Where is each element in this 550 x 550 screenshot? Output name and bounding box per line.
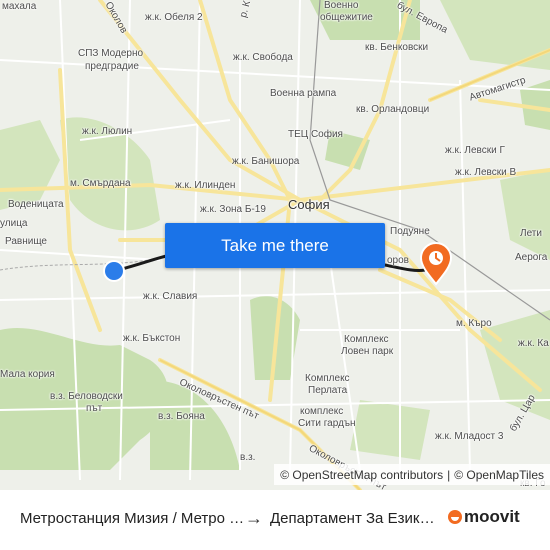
map-label: оров <box>387 255 409 266</box>
map-label: Сити гардън <box>298 418 356 429</box>
map-label: Военно <box>324 0 359 11</box>
map-view[interactable]: махала ж.к. Обеля 2 Военно общежитие СПЗ… <box>0 0 550 490</box>
map-label: ж.к. Банишора <box>232 156 300 167</box>
map-label: м. Кърo <box>456 318 492 329</box>
openmaptiles-attribution-link[interactable]: © OpenMapTiles <box>454 468 544 482</box>
map-label: Мала кория <box>0 369 55 380</box>
map-label: ж.к. Свобода <box>233 52 293 63</box>
map-label: ж.к. Люлин <box>82 126 133 137</box>
moovit-logo-text: moovit <box>464 507 520 526</box>
map-label: Перлата <box>308 385 348 396</box>
map-label: ж.к. Левски В <box>455 167 517 178</box>
map-label: в.з. Бояна <box>158 411 205 422</box>
moovit-logo: moovit <box>448 507 520 527</box>
map-label-city: София <box>288 197 330 212</box>
map-label: Ловен парк <box>341 346 394 357</box>
map-label: предградие <box>85 61 139 72</box>
map-label: Военна рампа <box>270 88 337 99</box>
map-label: Комплекс <box>305 373 350 384</box>
origin-name: Метростанция Мизия / Метро Station Mizia <box>20 510 245 527</box>
map-label: СПЗ Модерно <box>78 48 144 59</box>
map-label: ж.к. Обеля 2 <box>145 12 203 23</box>
attribution-separator: | <box>447 467 451 482</box>
take-me-there-button[interactable]: Take me there <box>165 223 385 268</box>
map-label: Комплекс <box>344 334 389 345</box>
map-label: в.з. <box>240 452 256 463</box>
map-label: ж.к. Бъкстон <box>123 333 181 344</box>
map-label: Лети <box>520 228 542 239</box>
map-label: кв. Орландовци <box>356 104 430 115</box>
map-label: махала <box>2 1 37 12</box>
map-label: Равнище <box>5 236 47 247</box>
map-label: ж.к. Левски Г <box>445 145 505 156</box>
route-footer: Метростанция Мизия / Метро Station Mizia… <box>0 490 550 550</box>
map-label: комплекс <box>300 406 344 417</box>
map-label: ж.к. Ка <box>518 338 549 349</box>
map-label: общежитие <box>320 12 373 23</box>
map-label: ж.к. Младост 3 <box>435 431 504 442</box>
map-label: Аерога <box>515 252 548 263</box>
destination-name: Департамент За Езиково Обучение <box>270 510 440 527</box>
osm-attribution-link[interactable]: © OpenStreetMap contributors <box>280 468 443 482</box>
moovit-logo-icon <box>448 510 462 524</box>
map-label: Подуяне <box>390 226 430 237</box>
map-label: Воденицата <box>8 199 64 210</box>
origin-dot[interactable] <box>103 260 125 282</box>
map-label: ТЕЦ София <box>288 129 343 140</box>
map-label: път <box>86 403 103 414</box>
map-label: ж.к. Илинден <box>175 180 236 191</box>
map-label: ж.к. Зона Б-19 <box>200 204 266 215</box>
map-attribution: © OpenStreetMap contributors | © OpenMap… <box>274 464 550 485</box>
map-label: м. Смърдана <box>70 178 131 189</box>
map-label: улица <box>0 218 28 229</box>
arrow-right-icon: → <box>245 508 263 528</box>
map-label: в.з. Беловодски <box>50 391 123 402</box>
map-label: ж.к. Славия <box>143 291 198 302</box>
map-label: кв. Бенковски <box>365 42 429 53</box>
